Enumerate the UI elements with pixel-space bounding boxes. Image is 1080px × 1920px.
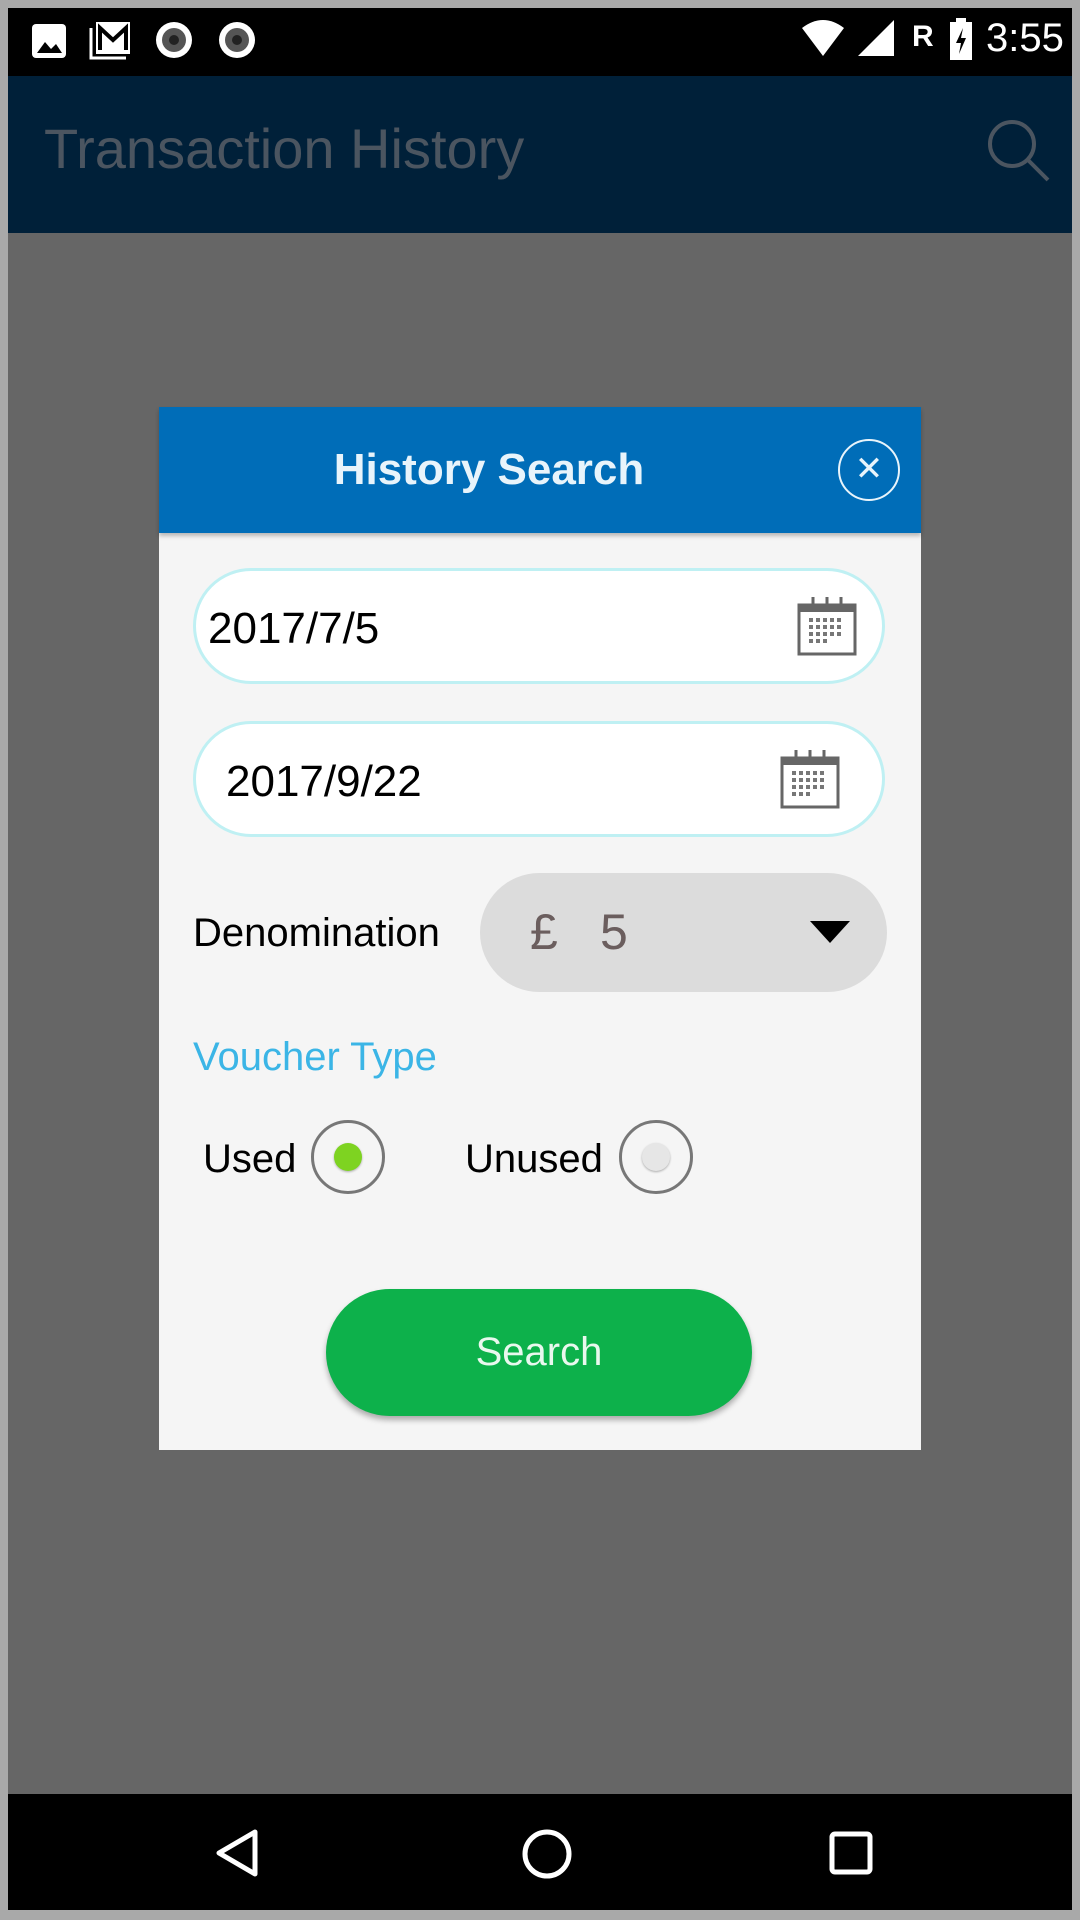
close-icon: ✕ [854,450,884,488]
app-bar: Transaction History [8,76,1072,233]
history-search-dialog: History Search ✕ 2017/7/5 2017/9/22 Deno… [159,407,921,1450]
calendar-icon[interactable] [796,595,858,657]
search-icon[interactable] [984,116,1054,186]
voucher-type-label: Voucher Type [193,1035,437,1079]
navigation-bar [8,1794,1072,1910]
wifi-icon [802,20,844,56]
back-icon[interactable] [213,1828,263,1878]
used-label: Used [203,1137,297,1181]
unused-radio[interactable] [619,1120,693,1194]
status-bar: R 3:55 [8,8,1072,76]
end-date-field[interactable]: 2017/9/22 [193,721,885,837]
record-icon [219,22,255,58]
calendar-icon[interactable] [779,748,841,810]
used-radio[interactable] [311,1120,385,1194]
image-icon [32,24,66,58]
denomination-value: 5 [600,904,628,960]
search-button[interactable]: Search [326,1289,752,1416]
unused-label: Unused [465,1137,603,1181]
page-title: Transaction History [44,117,525,180]
close-button[interactable]: ✕ [838,439,900,501]
start-date-field[interactable]: 2017/7/5 [193,568,885,684]
start-date-value: 2017/7/5 [208,604,380,653]
end-date-value: 2017/9/22 [226,757,422,806]
record-icon [156,22,192,58]
gmail-icon [89,22,130,60]
home-icon[interactable] [520,1827,574,1881]
chevron-down-icon [810,921,850,943]
denomination-dropdown[interactable]: £ 5 [480,873,887,992]
roaming-indicator: R [912,20,934,53]
clock: 3:55 [986,16,1064,60]
dialog-header: History Search ✕ [159,407,921,533]
signal-icon [858,20,894,56]
recents-icon[interactable] [828,1830,874,1876]
dialog-title: History Search [333,445,645,494]
denomination-label: Denomination [193,911,440,955]
battery-charging-icon [950,18,972,60]
currency-symbol: £ [530,904,558,960]
